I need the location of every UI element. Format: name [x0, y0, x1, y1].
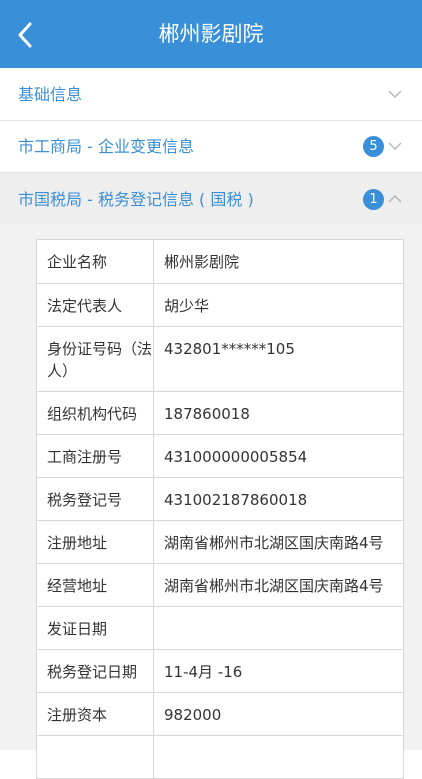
- field-value: 胡少华: [164, 297, 210, 315]
- app-header: 郴州影剧院: [0, 0, 422, 68]
- table-row: 经营地址 湖南省郴州市北湖区国庆南路4号: [37, 564, 403, 607]
- field-value: [154, 736, 403, 778]
- field-value: 431002187860018: [164, 491, 308, 509]
- field-key: 工商注册号: [37, 435, 154, 477]
- detail-table: 企业名称 郴州影剧院 法定代表人 胡少华 身份证号码（法人） 432801***…: [36, 239, 404, 779]
- field-value: 11-4月 -16: [164, 663, 243, 681]
- count-badge: 1: [363, 189, 384, 210]
- chevron-down-icon: [388, 142, 402, 150]
- field-key: 企业名称: [37, 240, 154, 283]
- field-value: 982000: [164, 706, 222, 724]
- field-value: 431000000005854: [164, 448, 308, 466]
- table-row: 身份证号码（法人） 432801******105: [37, 327, 403, 392]
- field-key: 经营地址: [37, 564, 154, 606]
- section-business-change[interactable]: 市工商局 - 企业变更信息 5: [0, 120, 422, 173]
- field-value: [154, 607, 403, 649]
- table-row: 注册资本 982000: [37, 693, 403, 736]
- section-label: 市国税局 - 税务登记信息 ( 国税 ): [18, 190, 254, 209]
- field-key: 注册资本: [37, 693, 154, 735]
- field-key: 税务登记日期: [37, 650, 154, 692]
- chevron-up-icon: [388, 195, 402, 203]
- field-key: 注册地址: [37, 521, 154, 563]
- field-key: 组织机构代码: [37, 392, 154, 434]
- page-title: 郴州影剧院: [158, 22, 264, 46]
- section-label: 基础信息: [18, 85, 83, 104]
- chevron-down-icon: [388, 90, 402, 98]
- field-value: 432801******105: [164, 340, 295, 358]
- table-row: 税务登记日期 11-4月 -16: [37, 650, 403, 693]
- table-row: [37, 736, 403, 779]
- field-key: [37, 736, 154, 778]
- field-key: 发证日期: [37, 607, 154, 649]
- field-key: 身份证号码（法人）: [37, 327, 154, 391]
- field-value: 郴州影剧院: [164, 253, 240, 271]
- section-label: 市工商局 - 企业变更信息: [18, 137, 194, 156]
- table-row: 工商注册号 431000000005854: [37, 435, 403, 478]
- table-row: 发证日期: [37, 607, 403, 650]
- field-key: 税务登记号: [37, 478, 154, 520]
- section-tax-registration[interactable]: 市国税局 - 税务登记信息 ( 国税 ) 1: [0, 173, 422, 226]
- table-row: 组织机构代码 187860018: [37, 392, 403, 435]
- count-badge: 5: [363, 136, 384, 157]
- field-key: 法定代表人: [37, 284, 154, 326]
- table-row: 企业名称 郴州影剧院: [37, 240, 403, 284]
- table-row: 注册地址 湖南省郴州市北湖区国庆南路4号: [37, 521, 403, 564]
- table-row: 税务登记号 431002187860018: [37, 478, 403, 521]
- field-value: 187860018: [164, 405, 250, 423]
- table-row: 法定代表人 胡少华: [37, 284, 403, 327]
- section-basic-info[interactable]: 基础信息: [0, 68, 422, 121]
- field-value: 湖南省郴州市北湖区国庆南路4号: [164, 577, 384, 595]
- field-value: 湖南省郴州市北湖区国庆南路4号: [164, 534, 384, 552]
